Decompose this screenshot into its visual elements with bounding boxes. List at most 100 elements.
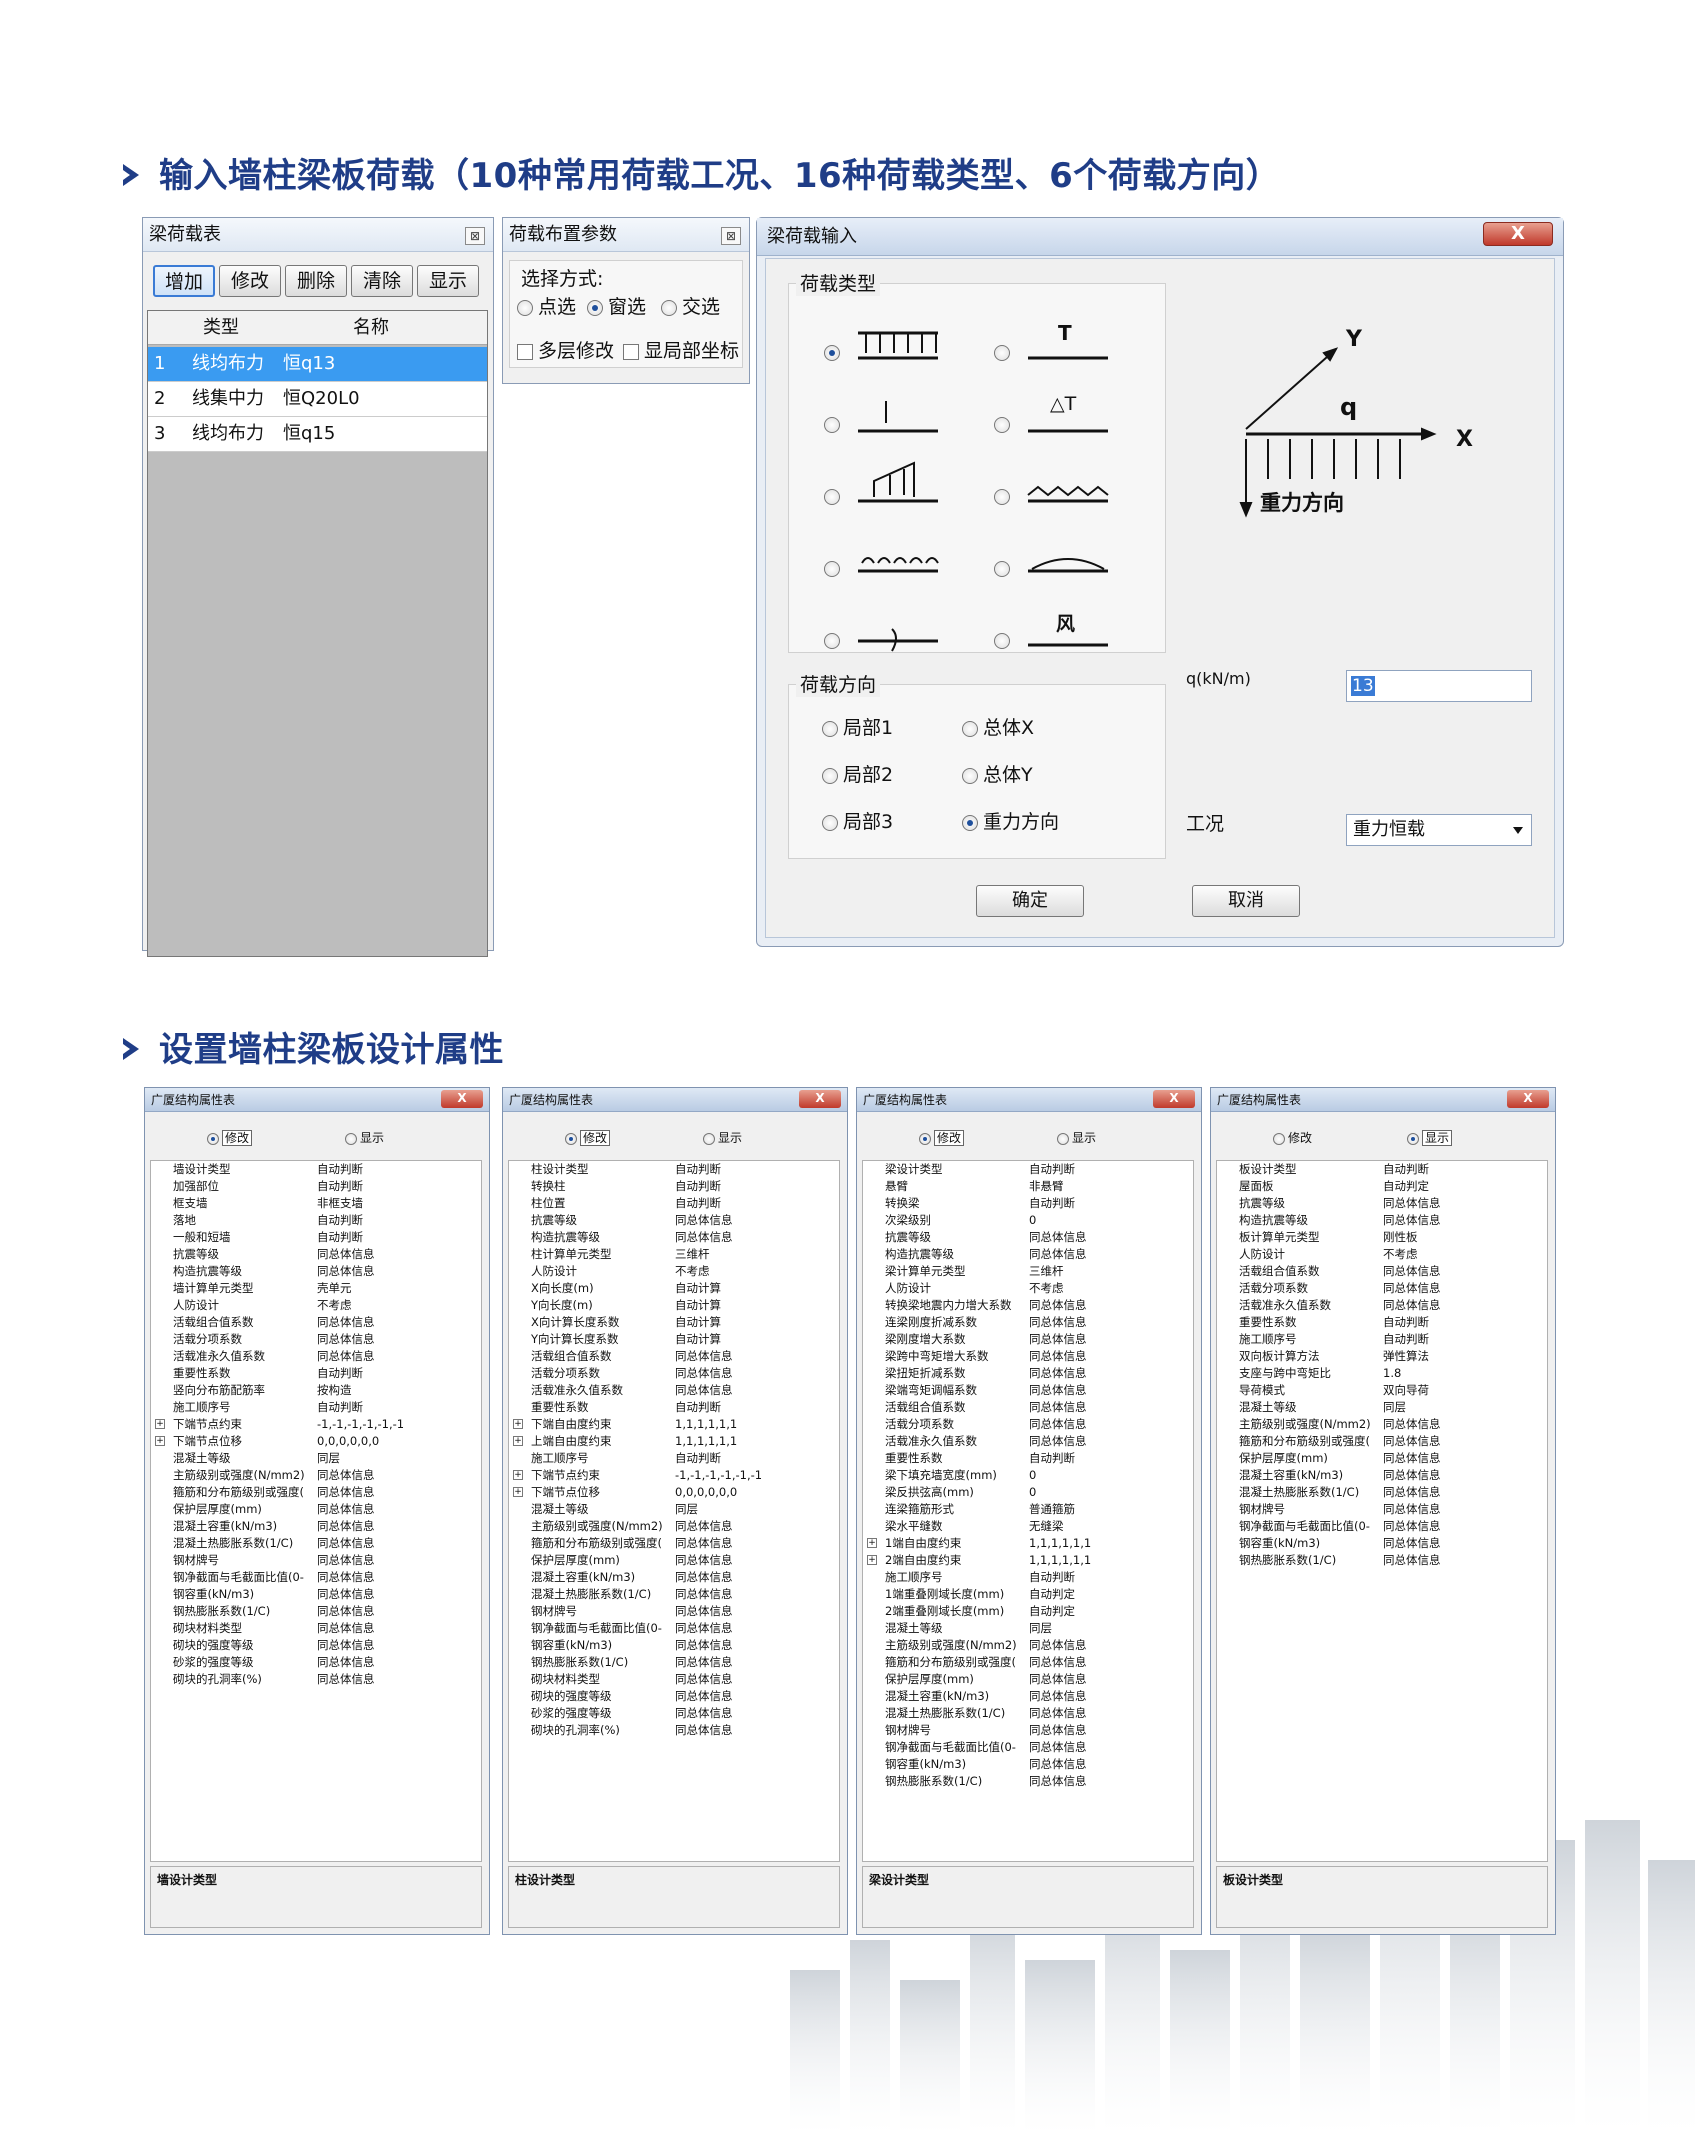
- property-value[interactable]: 自动判断: [317, 1365, 477, 1382]
- property-value[interactable]: 自动判断: [1383, 1314, 1543, 1331]
- q-value-input[interactable]: 13: [1346, 670, 1532, 702]
- load-type-radio[interactable]: [994, 633, 1010, 649]
- property-value[interactable]: 同总体信息: [1029, 1637, 1189, 1654]
- property-row[interactable]: 保护层厚度(mm) 同总体信息: [509, 1552, 839, 1569]
- property-row[interactable]: 砂浆的强度等级 同总体信息: [509, 1705, 839, 1722]
- property-row[interactable]: 人防设计 不考虑: [863, 1280, 1193, 1297]
- property-row[interactable]: 钢热膨胀系数(1/C) 同总体信息: [509, 1654, 839, 1671]
- property-row[interactable]: 双向板计算方法 弹性算法: [1217, 1348, 1547, 1365]
- property-row[interactable]: 混凝土容重(kN/m3) 同总体信息: [863, 1688, 1193, 1705]
- property-value[interactable]: 同总体信息: [317, 1518, 477, 1535]
- property-value[interactable]: 三维杆: [1029, 1263, 1189, 1280]
- radio-modify[interactable]: 修改: [565, 1129, 611, 1146]
- radio-global-x[interactable]: 总体X: [962, 713, 1034, 740]
- property-row[interactable]: 钢热膨胀系数(1/C) 同总体信息: [151, 1603, 481, 1620]
- property-row[interactable]: 活载组合值系数 同总体信息: [1217, 1263, 1547, 1280]
- radio-show[interactable]: 显示: [1057, 1129, 1096, 1146]
- property-value[interactable]: 同总体信息: [1029, 1688, 1189, 1705]
- property-row[interactable]: 次梁级别 0: [863, 1212, 1193, 1229]
- property-row[interactable]: 活载分项系数 同总体信息: [151, 1331, 481, 1348]
- load-type-radio[interactable]: [994, 417, 1010, 433]
- property-row[interactable]: + 下端节点位移 0,0,0,0,0,0: [509, 1484, 839, 1501]
- property-row[interactable]: +1端自由度约束 1,1,1,1,1,1: [863, 1535, 1193, 1552]
- property-row[interactable]: 活载分项系数 同总体信息: [1217, 1280, 1547, 1297]
- property-value[interactable]: 自动计算: [675, 1297, 835, 1314]
- property-row[interactable]: 柱位置 自动判断: [509, 1195, 839, 1212]
- radio-show[interactable]: 显示: [345, 1129, 384, 1146]
- property-row[interactable]: 重要性系数 自动判断: [1217, 1314, 1547, 1331]
- property-value[interactable]: 同总体信息: [317, 1552, 477, 1569]
- property-row[interactable]: 砌块的强度等级 同总体信息: [151, 1637, 481, 1654]
- radio-global-y[interactable]: 总体Y: [962, 760, 1033, 787]
- property-value[interactable]: 同总体信息: [1029, 1416, 1189, 1433]
- property-value[interactable]: 同总体信息: [317, 1654, 477, 1671]
- property-value[interactable]: 同总体信息: [317, 1331, 477, 1348]
- property-value[interactable]: 不考虑: [675, 1263, 835, 1280]
- property-row[interactable]: 钢容重(kN/m3) 同总体信息: [863, 1756, 1193, 1773]
- property-row[interactable]: 混凝土容重(kN/m3) 同总体信息: [151, 1518, 481, 1535]
- show-button[interactable]: 显示: [417, 265, 479, 297]
- property-row[interactable]: 构造抗震等级 同总体信息: [151, 1263, 481, 1280]
- property-row[interactable]: 梁跨中弯矩增大系数 同总体信息: [863, 1348, 1193, 1365]
- property-value[interactable]: 同总体信息: [1029, 1229, 1189, 1246]
- clear-button[interactable]: 清除: [351, 265, 413, 297]
- column-header-name[interactable]: 名称: [353, 311, 433, 345]
- property-value[interactable]: 刚性板: [1383, 1229, 1543, 1246]
- property-row[interactable]: 梁水平缝数 无缝梁: [863, 1518, 1193, 1535]
- property-row[interactable]: 钢净截面与毛截面比值(0- 同总体信息: [151, 1569, 481, 1586]
- property-value[interactable]: 同总体信息: [1029, 1365, 1189, 1382]
- property-value[interactable]: 同总体信息: [1383, 1450, 1543, 1467]
- radio-local-1[interactable]: 局部1: [822, 713, 893, 740]
- property-value[interactable]: 1,1,1,1,1,1: [1029, 1535, 1189, 1552]
- property-row[interactable]: 梁下填充墙宽度(mm) 0: [863, 1467, 1193, 1484]
- radio-gravity-direction[interactable]: 重力方向: [962, 807, 1059, 834]
- property-value[interactable]: 0: [1029, 1467, 1189, 1484]
- property-row[interactable]: 墙设计类型 自动判断: [151, 1161, 481, 1178]
- close-icon[interactable]: X: [1507, 1090, 1549, 1108]
- property-row[interactable]: 活载组合值系数 同总体信息: [509, 1348, 839, 1365]
- property-value[interactable]: 自动计算: [675, 1331, 835, 1348]
- property-row[interactable]: 箍筋和分布筋级别或强度(同总体信息: [509, 1535, 839, 1552]
- property-value[interactable]: 自动判断: [675, 1195, 835, 1212]
- property-row[interactable]: 钢净截面与毛截面比值(0- 同总体信息: [1217, 1518, 1547, 1535]
- add-button[interactable]: 增加: [153, 265, 215, 297]
- property-row[interactable]: 板设计类型 自动判断: [1217, 1161, 1547, 1178]
- property-value[interactable]: 同总体信息: [317, 1314, 477, 1331]
- property-row[interactable]: 施工顺序号 自动判断: [1217, 1331, 1547, 1348]
- property-value[interactable]: 同层: [675, 1501, 835, 1518]
- property-row[interactable]: 重要性系数 自动判断: [151, 1365, 481, 1382]
- property-value[interactable]: 非悬臂: [1029, 1178, 1189, 1195]
- property-value[interactable]: 同总体信息: [675, 1569, 835, 1586]
- property-row[interactable]: 保护层厚度(mm) 同总体信息: [1217, 1450, 1547, 1467]
- load-type-radio[interactable]: [824, 345, 840, 361]
- property-value[interactable]: 同总体信息: [675, 1365, 835, 1382]
- close-icon[interactable]: X: [1483, 222, 1553, 246]
- property-value[interactable]: 同总体信息: [675, 1535, 835, 1552]
- property-value[interactable]: 0,0,0,0,0,0: [675, 1484, 835, 1501]
- property-row[interactable]: 构造抗震等级 同总体信息: [1217, 1212, 1547, 1229]
- property-row[interactable]: 保护层厚度(mm) 同总体信息: [151, 1501, 481, 1518]
- property-value[interactable]: 同总体信息: [1383, 1263, 1543, 1280]
- property-value[interactable]: 0: [1029, 1212, 1189, 1229]
- property-row[interactable]: 梁端弯矩调幅系数 同总体信息: [863, 1382, 1193, 1399]
- radio-point-select[interactable]: 点选: [517, 292, 576, 319]
- property-value[interactable]: 同总体信息: [1029, 1739, 1189, 1756]
- property-row[interactable]: 梁计算单元类型 三维杆: [863, 1263, 1193, 1280]
- checkbox-multi-floor[interactable]: 多层修改: [517, 336, 614, 363]
- expand-icon[interactable]: +: [155, 1436, 165, 1446]
- property-value[interactable]: 同总体信息: [317, 1535, 477, 1552]
- property-row[interactable]: 一般和短墙 自动判断: [151, 1229, 481, 1246]
- property-row[interactable]: 落地 自动判断: [151, 1212, 481, 1229]
- property-row[interactable]: 混凝土等级 同层: [863, 1620, 1193, 1637]
- property-row[interactable]: 混凝土容重(kN/m3) 同总体信息: [509, 1569, 839, 1586]
- property-row[interactable]: 混凝土热膨胀系数(1/C) 同总体信息: [509, 1586, 839, 1603]
- property-row[interactable]: 连梁箍筋形式 普通箍筋: [863, 1501, 1193, 1518]
- property-value[interactable]: 1,1,1,1,1,1: [675, 1416, 835, 1433]
- property-row[interactable]: X向计算长度系数 自动计算: [509, 1314, 839, 1331]
- property-value[interactable]: 同总体信息: [317, 1348, 477, 1365]
- property-row[interactable]: + 下端节点位移 0,0,0,0,0,0: [151, 1433, 481, 1450]
- property-row[interactable]: 导荷模式 双向导荷: [1217, 1382, 1547, 1399]
- property-row[interactable]: + 上端自由度约束 1,1,1,1,1,1: [509, 1433, 839, 1450]
- property-row[interactable]: 混凝土热膨胀系数(1/C) 同总体信息: [151, 1535, 481, 1552]
- property-row[interactable]: 混凝土等级 同层: [1217, 1399, 1547, 1416]
